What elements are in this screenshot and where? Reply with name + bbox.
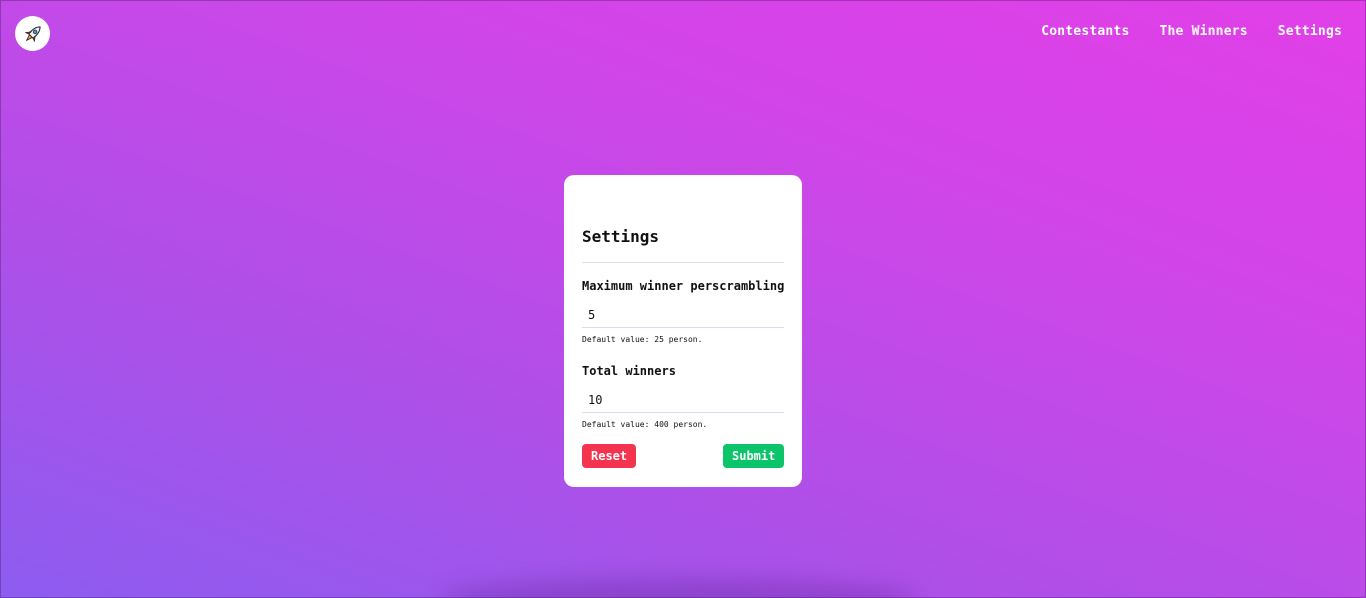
top-nav: Contestants The Winners Settings — [1041, 24, 1342, 39]
page-title: Settings — [582, 227, 660, 246]
settings-card: Settings Maximum winner perscrambling De… — [564, 175, 802, 487]
total-winners-label: Total winners — [582, 364, 676, 378]
max-winner-input[interactable] — [582, 302, 784, 328]
nav-contestants[interactable]: Contestants — [1041, 24, 1129, 39]
total-winners-hint: Default value: 400 person. — [582, 420, 708, 429]
title-divider — [582, 262, 784, 263]
max-winner-label: Maximum winner perscrambling — [582, 279, 785, 293]
total-winners-input[interactable] — [582, 387, 784, 413]
nav-settings[interactable]: Settings — [1278, 24, 1342, 39]
reset-button[interactable]: Reset — [582, 444, 636, 468]
submit-button[interactable]: Submit — [723, 444, 784, 468]
bottom-shadow — [440, 578, 920, 598]
max-winner-hint: Default value: 25 person. — [582, 335, 703, 344]
nav-the-winners[interactable]: The Winners — [1159, 24, 1247, 39]
rocket-icon — [24, 25, 41, 42]
app-logo[interactable] — [15, 16, 50, 51]
